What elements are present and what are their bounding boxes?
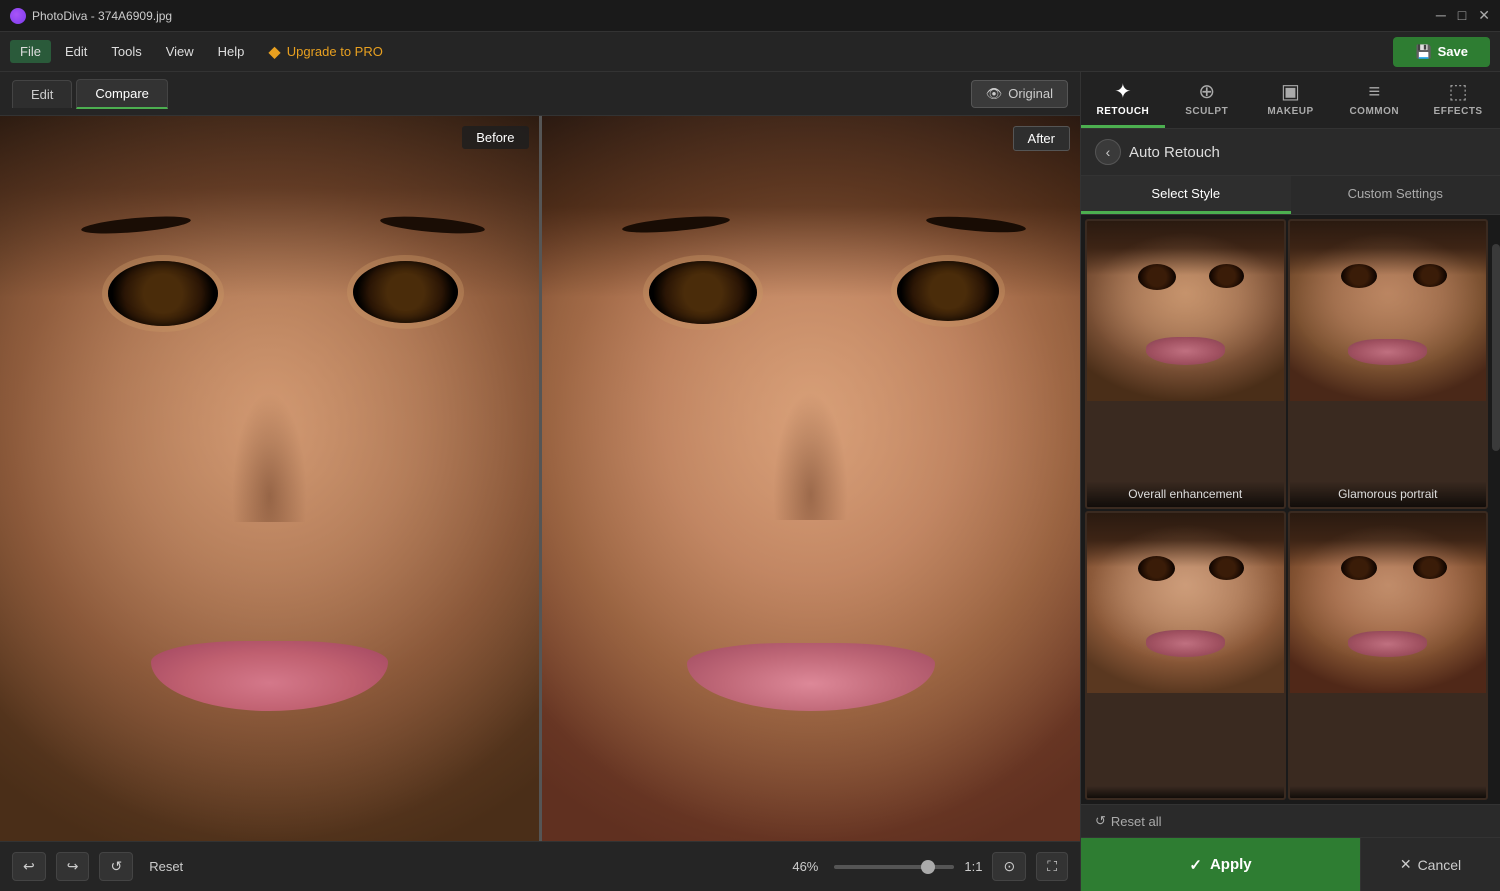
diamond-icon: ◆ — [268, 42, 280, 62]
common-icon: ≡ — [1368, 82, 1380, 102]
close-button[interactable]: ✕ — [1478, 7, 1490, 24]
upgrade-label: Upgrade to PRO — [287, 44, 383, 59]
original-label: Original — [1008, 86, 1053, 101]
makeup-label: MAKEUP — [1267, 106, 1313, 117]
subtab-custom-settings[interactable]: Custom Settings — [1291, 176, 1500, 214]
style-item-1[interactable]: Overall enhancement — [1085, 219, 1286, 509]
eye-icon: 👁 — [986, 86, 1003, 102]
style-label-1: Overall enhancement — [1087, 481, 1284, 507]
app-logo — [10, 8, 26, 24]
maximize-button[interactable]: □ — [1458, 7, 1466, 24]
sculpt-label: SCULPT — [1185, 106, 1228, 117]
after-panel: After — [542, 116, 1081, 841]
titlebar: PhotoDiva - 374A6909.jpg ─ □ ✕ — [0, 0, 1500, 32]
reset-label: Reset all — [1111, 814, 1162, 829]
upgrade-button[interactable]: ◆ Upgrade to PRO — [258, 38, 392, 66]
checkmark-icon: ✓ — [1189, 856, 1202, 874]
cancel-button[interactable]: ✕ Cancel — [1360, 838, 1500, 891]
reset-icon: ↺ — [1095, 813, 1106, 829]
style-item-3[interactable] — [1085, 511, 1286, 801]
tab-makeup[interactable]: ▣ MAKEUP — [1249, 72, 1333, 128]
reset-button[interactable]: ↺ — [99, 852, 133, 881]
cancel-label: Cancel — [1418, 857, 1462, 873]
minimize-button[interactable]: ─ — [1436, 7, 1446, 24]
style-label-4 — [1290, 786, 1487, 798]
window-controls[interactable]: ─ □ ✕ — [1436, 7, 1490, 24]
main-layout: Edit Compare 👁 Original — [0, 72, 1500, 891]
cancel-icon: ✕ — [1400, 856, 1412, 873]
original-button[interactable]: 👁 Original — [971, 80, 1068, 108]
panel-tabs: ✦ RETOUCH ⊕ SCULPT ▣ MAKEUP ≡ COMMON ⬚ E… — [1081, 72, 1500, 129]
subtabs: Select Style Custom Settings — [1081, 176, 1500, 215]
bottom-toolbar: ↩ ↪ ↺ Reset 46% 1:1 ⊙ ⛶ — [0, 841, 1080, 891]
reset-all-button[interactable]: ↺ Reset all — [1095, 813, 1161, 829]
compare-tab[interactable]: Compare — [76, 79, 167, 109]
bottom-actions: ✓ Apply ✕ Cancel — [1081, 837, 1500, 891]
menu-help[interactable]: Help — [208, 40, 255, 63]
menu-edit[interactable]: Edit — [55, 40, 97, 63]
apply-button[interactable]: ✓ Apply — [1081, 838, 1360, 891]
back-icon: ‹ — [1106, 144, 1111, 160]
before-after-view: Before After — [0, 116, 1080, 841]
retouch-label: RETOUCH — [1097, 106, 1150, 117]
before-label: Before — [462, 126, 528, 149]
save-button[interactable]: 💾 Save — [1393, 37, 1490, 67]
zoom-slider[interactable] — [834, 865, 954, 869]
apply-label: Apply — [1210, 856, 1252, 873]
makeup-icon: ▣ — [1281, 82, 1300, 102]
menu-tools[interactable]: Tools — [101, 40, 151, 63]
before-panel: Before — [0, 116, 539, 841]
tab-effects[interactable]: ⬚ EFFECTS — [1416, 72, 1500, 128]
tab-common[interactable]: ≡ COMMON — [1332, 72, 1416, 128]
after-label: After — [1013, 126, 1070, 151]
edit-tab[interactable]: Edit — [12, 80, 72, 108]
effects-label: EFFECTS — [1434, 106, 1483, 117]
sculpt-icon: ⊕ — [1198, 82, 1215, 102]
app-title: PhotoDiva - 374A6909.jpg — [10, 8, 172, 24]
style-label-2: Glamorous portrait — [1290, 481, 1487, 507]
style-item-4[interactable] — [1288, 511, 1489, 801]
fullscreen-button[interactable]: ⛶ — [1036, 852, 1068, 881]
save-icon: 💾 — [1415, 44, 1431, 60]
retouch-icon: ✦ — [1115, 82, 1132, 102]
style-label-3 — [1087, 786, 1284, 798]
menu-view[interactable]: View — [156, 40, 204, 63]
subtab-select-style[interactable]: Select Style — [1081, 176, 1291, 214]
effects-icon: ⬚ — [1449, 82, 1468, 102]
zoom-percent: 46% — [792, 859, 818, 874]
scrollbar-thumb — [1492, 244, 1500, 450]
canvas-toolbar: Edit Compare 👁 Original — [0, 72, 1080, 116]
redo-button[interactable]: ↪ — [56, 852, 90, 881]
panel-scrollbar[interactable] — [1492, 215, 1500, 804]
canvas-area: Edit Compare 👁 Original — [0, 72, 1080, 891]
style-grid: Overall enhancement Glamorous portrait — [1081, 215, 1492, 804]
menu-items: File Edit Tools View Help ◆ Upgrade to P… — [10, 38, 393, 66]
menubar: File Edit Tools View Help ◆ Upgrade to P… — [0, 32, 1500, 72]
panel-header: ‹ Auto Retouch — [1081, 129, 1500, 176]
zoom-fit-button[interactable]: ⊙ — [992, 852, 1026, 881]
panel-title: Auto Retouch — [1129, 144, 1220, 161]
reset-row: ↺ Reset all — [1081, 804, 1500, 837]
tab-sculpt[interactable]: ⊕ SCULPT — [1165, 72, 1249, 128]
undo-button[interactable]: ↩ — [12, 852, 46, 881]
menu-file[interactable]: File — [10, 40, 51, 63]
save-label: Save — [1438, 44, 1468, 59]
app-title-text: PhotoDiva - 374A6909.jpg — [32, 9, 172, 23]
back-button[interactable]: ‹ — [1095, 139, 1121, 165]
reset-label: Reset — [149, 859, 183, 874]
tab-retouch[interactable]: ✦ RETOUCH — [1081, 72, 1165, 128]
right-panel: ✦ RETOUCH ⊕ SCULPT ▣ MAKEUP ≡ COMMON ⬚ E… — [1080, 72, 1500, 891]
zoom-slider-thumb[interactable] — [921, 860, 935, 874]
common-label: COMMON — [1349, 106, 1399, 117]
panel-content: ‹ Auto Retouch Select Style Custom Setti… — [1081, 129, 1500, 837]
zoom-ratio: 1:1 — [964, 859, 982, 874]
style-item-2[interactable]: Glamorous portrait — [1288, 219, 1489, 509]
